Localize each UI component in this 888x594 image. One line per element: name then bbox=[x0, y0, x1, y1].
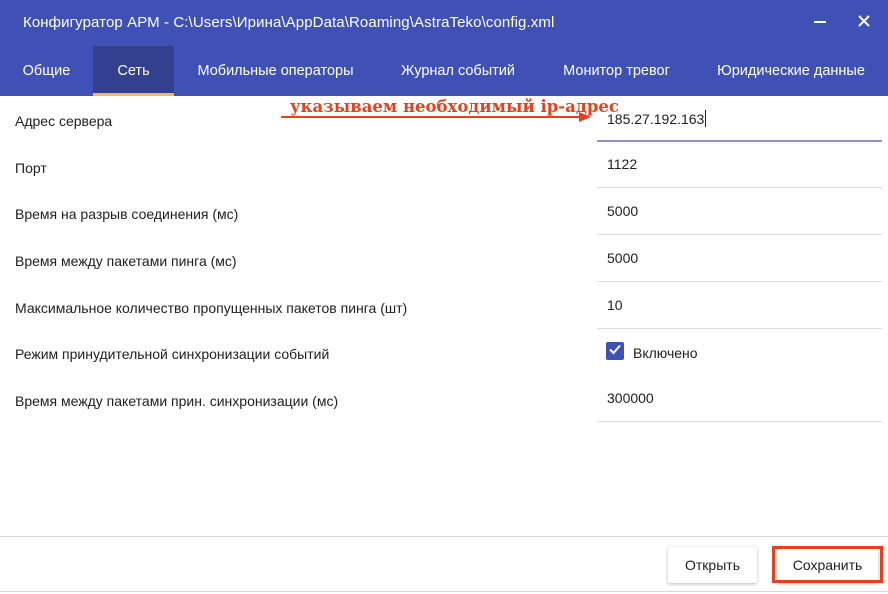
sync-interval-label: Время между пакетами прин. синхронизации… bbox=[15, 393, 339, 409]
save-button[interactable]: Сохранить bbox=[777, 547, 878, 583]
sync-interval-value: 300000 bbox=[607, 390, 654, 406]
max-missed-pings-value: 10 bbox=[607, 297, 623, 313]
checkmark-icon bbox=[608, 342, 622, 361]
text-caret bbox=[705, 110, 707, 127]
minimize-icon bbox=[813, 14, 827, 33]
server-address-field[interactable]: 185.27.192.163 bbox=[597, 96, 882, 142]
server-address-label: Адрес сервера bbox=[15, 113, 113, 129]
tab-bar: Общие Сеть Мобильные операторы Журнал со… bbox=[0, 46, 888, 96]
open-button[interactable]: Открыть bbox=[668, 547, 757, 583]
title-bar: Конфигуратор АРМ - C:\Users\Ирина\AppDat… bbox=[0, 0, 888, 46]
forced-sync-checkbox-label[interactable]: Включено bbox=[633, 345, 698, 361]
tab-mobile-operators[interactable]: Мобильные операторы bbox=[174, 46, 377, 96]
ping-interval-value: 5000 bbox=[607, 250, 639, 266]
port-field[interactable]: 1122 bbox=[597, 142, 882, 188]
max-missed-pings-field[interactable]: 10 bbox=[597, 283, 882, 329]
port-value: 1122 bbox=[607, 156, 638, 172]
arrow-right-icon bbox=[281, 109, 593, 128]
server-address-value: 185.27.192.163 bbox=[607, 110, 707, 127]
disconnect-timeout-field[interactable]: 5000 bbox=[597, 189, 882, 235]
sync-interval-field[interactable]: 300000 bbox=[597, 376, 882, 422]
tab-network[interactable]: Сеть bbox=[93, 46, 174, 96]
forced-sync-checkbox[interactable] bbox=[606, 342, 624, 360]
forced-sync-label: Режим принудительной синхронизации событ… bbox=[15, 346, 330, 362]
tab-alarm-monitor[interactable]: Монитор тревог bbox=[539, 46, 694, 96]
ping-interval-field[interactable]: 5000 bbox=[597, 236, 882, 282]
close-icon bbox=[857, 14, 871, 33]
tab-general[interactable]: Общие bbox=[0, 46, 93, 96]
window-title: Конфигуратор АРМ - C:\Users\Ирина\AppDat… bbox=[23, 14, 555, 31]
dialog-footer: Открыть Сохранить bbox=[0, 536, 888, 594]
tab-event-log[interactable]: Журнал событий bbox=[377, 46, 539, 96]
tab-legal-data[interactable]: Юридические данные bbox=[694, 46, 888, 96]
max-missed-pings-label: Максимальное количество пропущенных паке… bbox=[15, 300, 408, 316]
minimize-button[interactable] bbox=[810, 13, 830, 33]
ping-interval-label: Время между пакетами пинга (мс) bbox=[15, 253, 237, 269]
disconnect-timeout-label: Время на разрыв соединения (мс) bbox=[15, 206, 239, 222]
network-settings-panel: Адрес сервера 185.27.192.163 Порт 1122 В… bbox=[0, 96, 888, 536]
close-button[interactable] bbox=[854, 13, 874, 33]
disconnect-timeout-value: 5000 bbox=[607, 203, 639, 219]
port-label: Порт bbox=[15, 160, 47, 176]
